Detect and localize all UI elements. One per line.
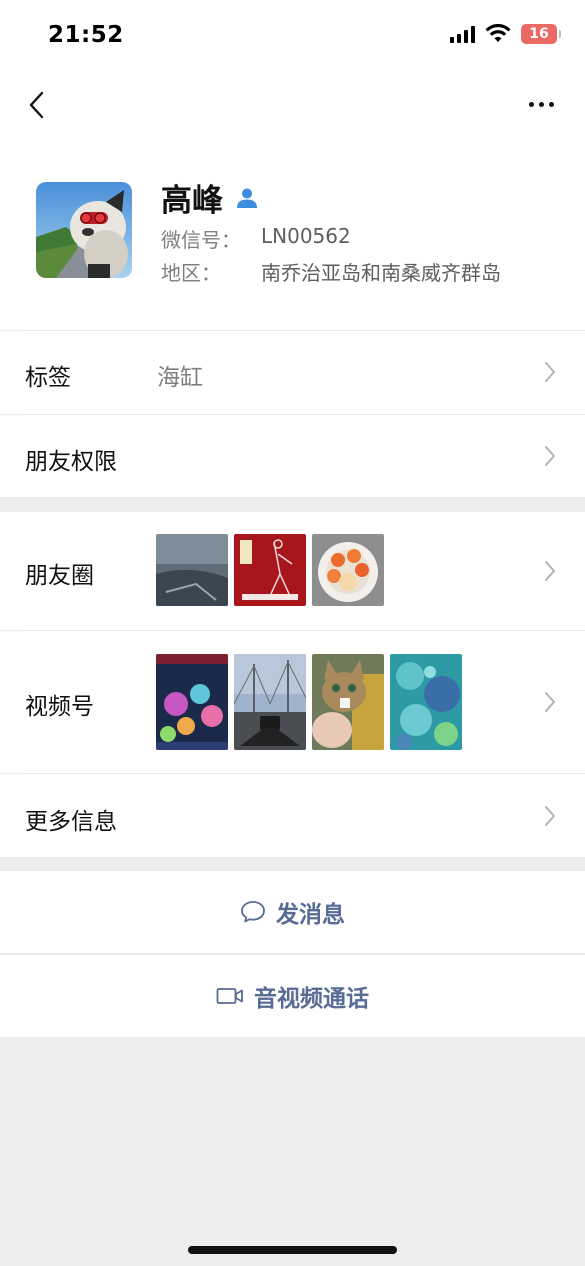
wifi-icon [485,24,511,42]
moments-label: 朋友圈 [25,563,94,589]
send-message-label: 发消息 [276,902,345,928]
wechat-id-label: 微信号： [161,228,241,252]
more-options-button[interactable] [521,89,561,119]
wechat-id-value: LN00562 [261,224,351,248]
region-value: 南乔治亚岛和南桑威齐群岛 [261,261,501,285]
video-camera-icon [216,988,243,1004]
chat-bubble-icon [241,901,265,923]
more-info-label: 更多信息 [25,809,117,835]
channels-thumbnails [156,654,462,750]
verified-person-icon [237,188,257,208]
channels-video-thumb [390,654,462,750]
status-indicators: 16 [450,24,561,44]
wechat-id-line: 微信号： LN00562 [161,224,351,253]
chevron-right-icon [545,692,555,712]
moments-photo [234,534,306,606]
nav-bar [0,75,585,135]
more-info-row[interactable]: 更多信息 [0,774,585,857]
more-dots-icon [528,101,534,107]
contact-name: 高峰 [161,183,223,219]
chevron-right-icon [545,561,555,581]
video-call-label: 音视频通话 [254,986,369,1012]
name-row: 高峰 [161,175,259,220]
battery-level: 16 [529,26,549,42]
region-label: 地区： [161,261,221,285]
tags-row[interactable]: 标签 海缸 [0,331,585,414]
divider [0,953,585,954]
back-button[interactable] [18,85,54,125]
home-indicator [188,1246,397,1254]
channels-video-thumb [312,654,384,750]
profile-header: 高峰 微信号： LN00562 地区： 南乔治亚岛和南桑威齐群岛 [0,135,585,330]
moments-row[interactable]: 朋友圈 [0,512,585,630]
channels-label: 视频号 [25,694,94,720]
region-line: 地区： 南乔治亚岛和南桑威齐群岛 [161,257,501,286]
status-bar: 21:52 16 [0,0,585,75]
channels-video-thumb [156,654,228,750]
tags-value: 海缸 [157,365,203,391]
cellular-signal-icon [450,25,475,43]
moments-photo [156,534,228,606]
status-time: 21:52 [48,22,124,48]
battery-icon: 16 [521,24,561,44]
send-message-button[interactable]: 发消息 [0,871,585,953]
moments-photo [312,534,384,606]
chevron-right-icon [545,806,555,826]
friend-permissions-row[interactable]: 朋友权限 [0,415,585,497]
avatar-image [36,182,132,278]
channels-video-thumb [234,654,306,750]
tags-label: 标签 [25,365,71,391]
chevron-right-icon [545,362,555,382]
moments-thumbnails [156,534,384,606]
video-call-button[interactable]: 音视频通话 [0,955,585,1037]
chevron-left-icon [29,91,44,119]
friend-permissions-label: 朋友权限 [25,449,117,475]
channels-row[interactable]: 视频号 [0,631,585,773]
chevron-right-icon [545,446,555,466]
avatar[interactable] [36,182,132,278]
